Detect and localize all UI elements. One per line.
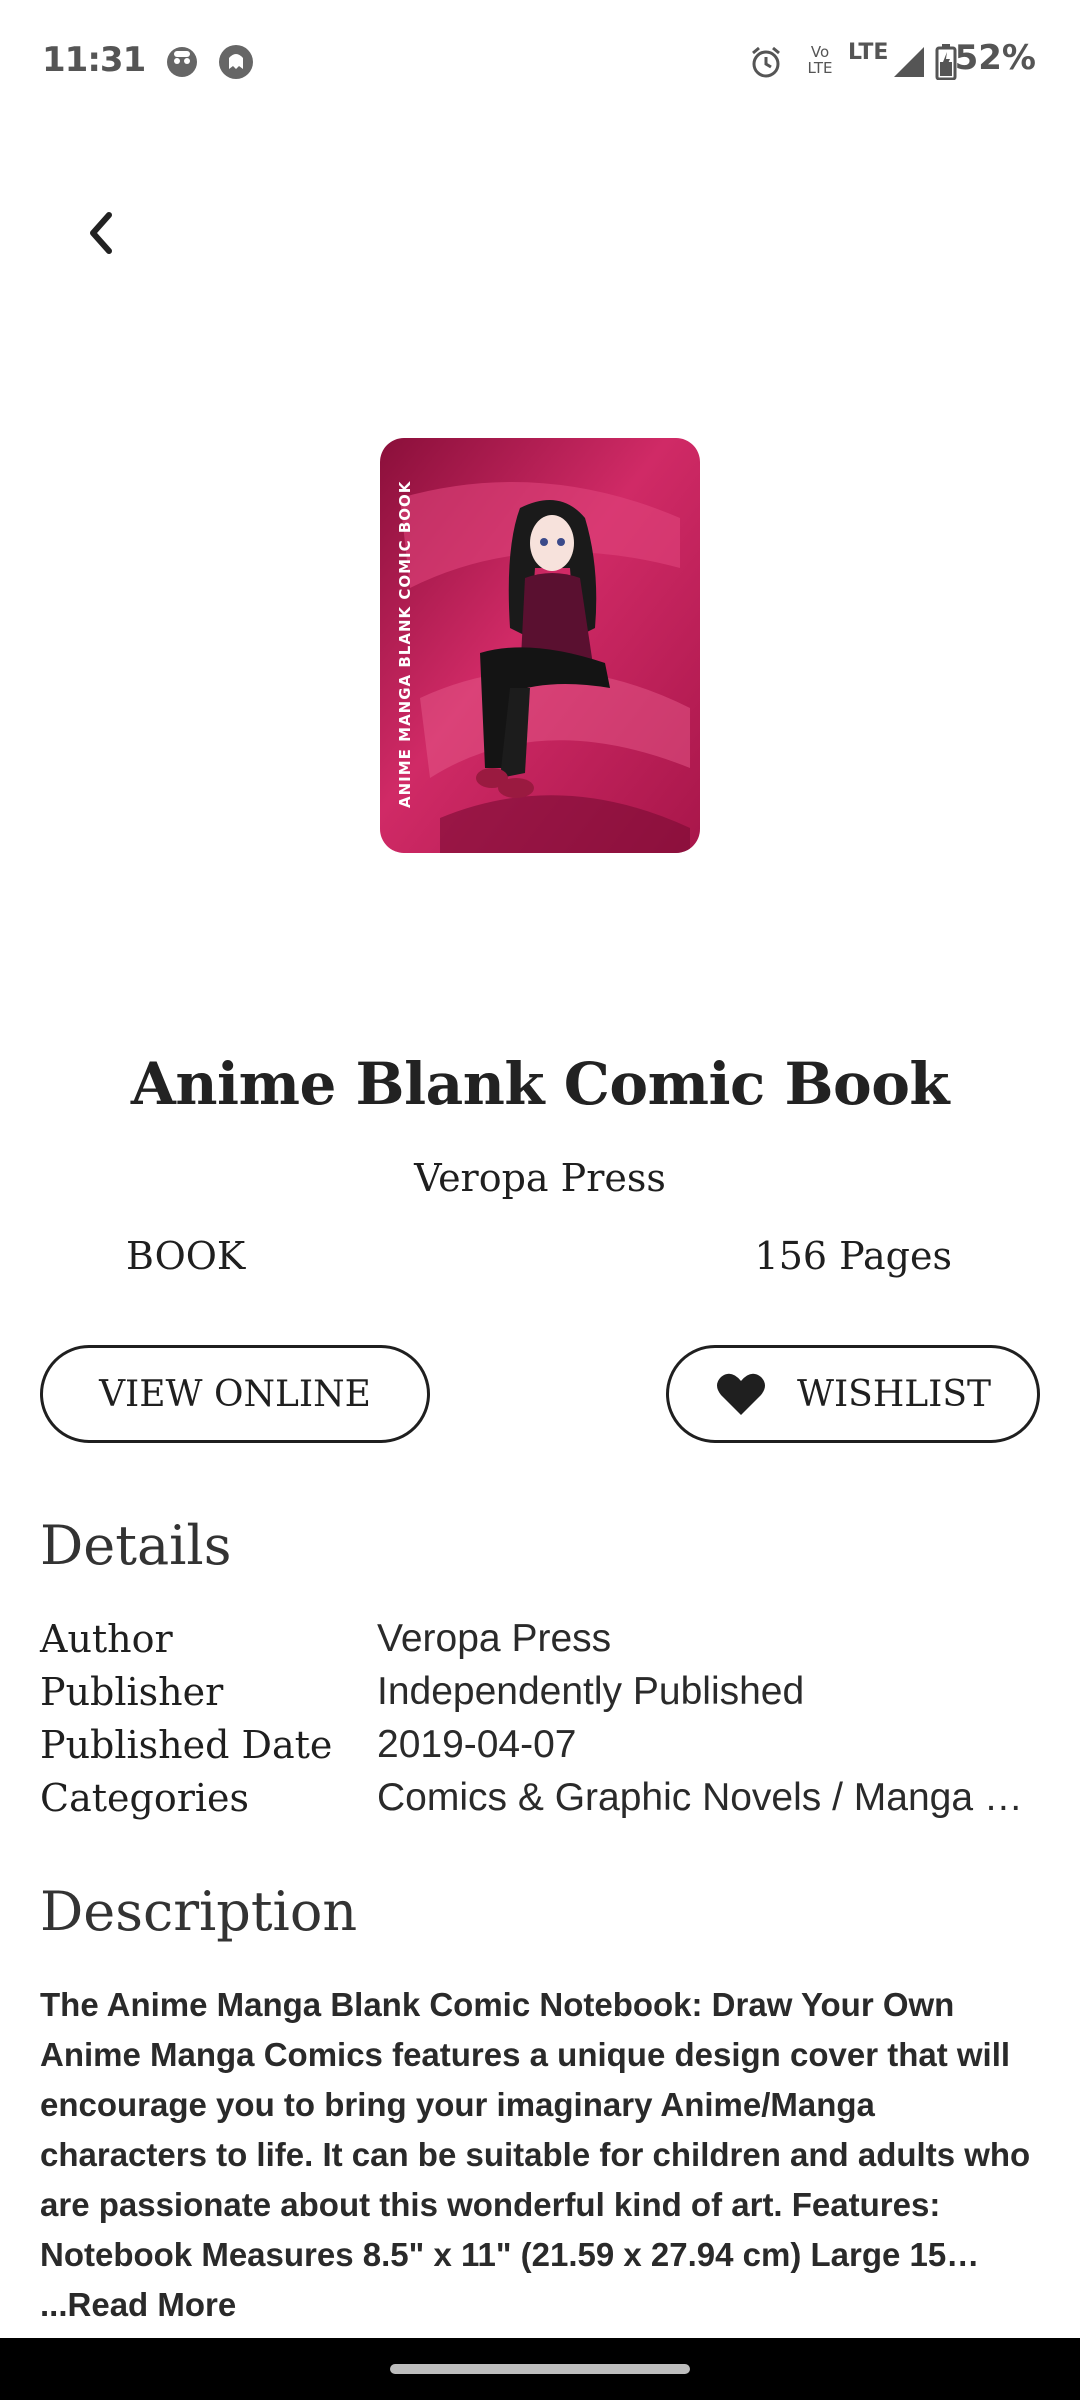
detail-value: 2019-04-07 bbox=[377, 1722, 577, 1766]
cover-spine-text: ANIME MANGA BLANK COMIC BOOK bbox=[396, 480, 414, 808]
read-more-link[interactable]: ...Read More bbox=[40, 2286, 236, 2323]
description-heading: Description bbox=[40, 1880, 358, 1943]
book-type: BOOK bbox=[126, 1234, 246, 1278]
detail-value: Comics & Graphic Novels / Manga … bbox=[377, 1775, 1023, 1819]
detail-label: Author bbox=[40, 1616, 173, 1661]
lte-icon: LTE bbox=[848, 40, 889, 65]
home-gesture-handle[interactable] bbox=[390, 2364, 690, 2374]
chevron-left-icon bbox=[83, 209, 117, 262]
detail-label: Categories bbox=[40, 1775, 249, 1820]
alarm-icon bbox=[746, 40, 786, 84]
notification-ghost-icon bbox=[214, 40, 258, 84]
detail-row-publisher: Publisher Independently Published bbox=[40, 1665, 1050, 1718]
book-pages: 156 Pages bbox=[754, 1234, 952, 1278]
detail-row-categories: Categories Comics & Graphic Novels / Man… bbox=[40, 1771, 1050, 1824]
wishlist-button[interactable]: WISHLIST bbox=[666, 1345, 1040, 1443]
signal-icon bbox=[890, 40, 928, 84]
detail-value: Independently Published bbox=[377, 1669, 805, 1713]
detail-row-author: Author Veropa Press bbox=[40, 1612, 1050, 1665]
detail-row-published-date: Published Date 2019-04-07 bbox=[40, 1718, 1050, 1771]
wishlist-label: WISHLIST bbox=[796, 1373, 992, 1415]
detail-label: Published Date bbox=[40, 1722, 333, 1767]
heart-icon bbox=[715, 1370, 769, 1418]
book-cover: ANIME MANGA BLANK COMIC BOOK bbox=[380, 438, 700, 853]
status-time: 11:31 bbox=[42, 40, 146, 80]
description-body: The Anime Manga Blank Comic Notebook: Dr… bbox=[40, 1986, 1031, 2273]
back-button[interactable] bbox=[70, 200, 130, 270]
detail-value: Veropa Press bbox=[377, 1616, 612, 1660]
status-bar: 11:31 Vo LTE LTE 52% bbox=[0, 0, 1080, 128]
navigation-bar bbox=[0, 2338, 1080, 2400]
book-title: Anime Blank Comic Book bbox=[130, 1050, 950, 1118]
details-table: Author Veropa Press Publisher Independen… bbox=[40, 1612, 1050, 1824]
description-text: The Anime Manga Blank Comic Notebook: Dr… bbox=[40, 1980, 1050, 2330]
details-heading: Details bbox=[40, 1514, 232, 1577]
volte-icon: Vo LTE bbox=[807, 43, 833, 77]
detail-label: Publisher bbox=[40, 1669, 224, 1714]
notification-face-icon bbox=[162, 40, 202, 84]
battery-percent: 52% bbox=[954, 38, 1036, 78]
book-author: Veropa Press bbox=[414, 1156, 666, 1200]
view-online-button[interactable]: VIEW ONLINE bbox=[40, 1345, 430, 1443]
view-online-label: VIEW ONLINE bbox=[99, 1373, 371, 1415]
